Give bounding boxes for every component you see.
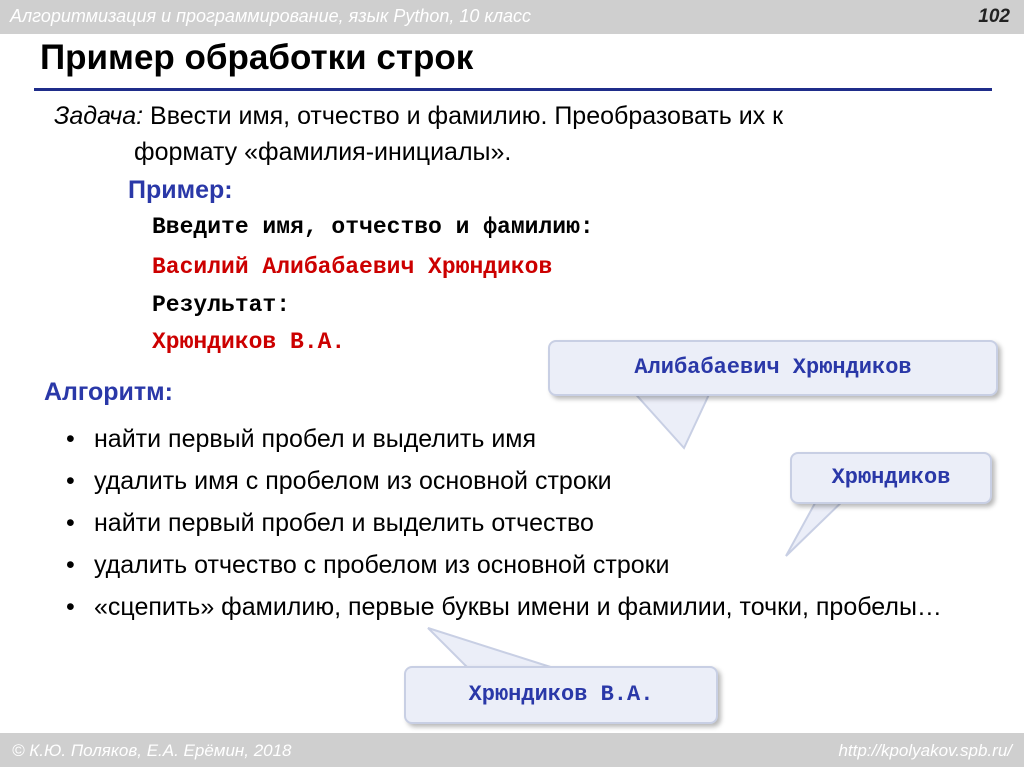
algorithm-heading: Алгоритм:: [44, 378, 173, 406]
callout-final: Хрюндиков В.А.: [404, 666, 718, 724]
callout-after-name: Алибабаевич Хрюндиков: [548, 340, 998, 396]
slide-title: Пример обработки строк: [40, 38, 474, 77]
title-underline: [34, 88, 992, 91]
task-text-line2: формату «фамилия-инициалы».: [134, 138, 512, 166]
task-statement: Задача: Ввести имя, отчество и фамилию. …: [54, 98, 994, 170]
algorithm-steps: найти первый пробел и выделить имя удали…: [62, 418, 954, 626]
algorithm-step: найти первый пробел и выделить отчество: [62, 502, 954, 544]
task-text-line1: Ввести имя, отчество и фамилию. Преобраз…: [150, 102, 784, 130]
header-bar: Алгоритмизация и программирование, язык …: [0, 0, 1024, 34]
footer-bar: © К.Ю. Поляков, Е.А. Ерёмин, 2018 http:/…: [0, 733, 1024, 767]
example-result: Хрюндиков В.А.: [152, 329, 346, 355]
example-input: Василий Алибабаевич Хрюндиков: [152, 254, 553, 280]
course-title: Алгоритмизация и программирование, язык …: [10, 6, 532, 26]
algorithm-step: «сцепить» фамилию, первые буквы имени и …: [62, 588, 954, 626]
example-result-label: Результат:: [152, 292, 291, 318]
page-number: 102: [978, 6, 1010, 27]
copyright-text: © К.Ю. Поляков, Е.А. Ерёмин, 2018: [12, 741, 292, 760]
site-url: http://kpolyakov.spb.ru/: [838, 741, 1012, 760]
example-prompt: Введите имя, отчество и фамилию:: [152, 214, 594, 240]
example-heading: Пример:: [128, 176, 233, 204]
algorithm-step: удалить отчество с пробелом из основной …: [62, 544, 954, 586]
callout-after-patronymic: Хрюндиков: [790, 452, 992, 504]
task-label: Задача:: [54, 102, 144, 130]
